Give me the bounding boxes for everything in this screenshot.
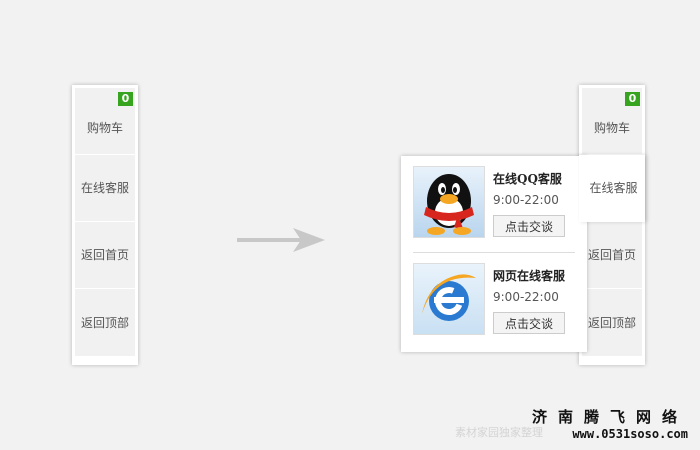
sidebar-collapsed: 0 购物车 在线客服 返回首页 返回顶部 xyxy=(72,85,138,365)
service-hours: 9:00-22:00 xyxy=(493,290,559,304)
chat-button-qq[interactable]: 点击交谈 xyxy=(493,215,565,237)
service-title: 网页在线客服 xyxy=(493,269,566,283)
watermark-text: 素材家园独家整理 xyxy=(455,426,543,439)
brand-url: www.0531soso.com xyxy=(572,427,688,441)
chat-button-web[interactable]: 点击交谈 xyxy=(493,312,565,334)
cart-count-badge: 0 xyxy=(118,92,133,106)
sidebar-item-label: 在线客服 xyxy=(80,181,129,195)
sidebar-item-cart[interactable]: 0 购物车 xyxy=(75,88,135,155)
service-title: 在线QQ客服 xyxy=(493,172,562,186)
sidebar-item-label: 返回首页 xyxy=(80,248,129,262)
service-info: 网页在线客服 9:00-22:00 点击交谈 xyxy=(493,263,565,334)
qq-penguin-icon xyxy=(413,166,485,238)
sidebar-item-label: 购物车 xyxy=(593,121,630,135)
sidebar-expanded: 0 购物车 在线客服 返回首页 返回顶部 xyxy=(579,85,645,365)
sidebar-item-online-service[interactable]: 在线客服 xyxy=(579,155,645,222)
sidebar-item-label: 购物车 xyxy=(86,121,123,135)
stage: 0 购物车 在线客服 返回首页 返回顶部 在线QQ客服 9:00-22:00 点… xyxy=(0,0,700,450)
service-entry-qq: 在线QQ客服 9:00-22:00 点击交谈 xyxy=(413,166,575,246)
divider xyxy=(413,252,575,253)
sidebar-item-cart[interactable]: 0 购物车 xyxy=(582,88,642,155)
cart-count-badge: 0 xyxy=(625,92,640,106)
brand-name: 济南腾飞网络 xyxy=(531,408,688,426)
online-service-popup: 在线QQ客服 9:00-22:00 点击交谈 网页在线客服 9:00-22:00… xyxy=(401,156,587,352)
sidebar-item-online-service[interactable]: 在线客服 xyxy=(75,155,135,222)
right-arrow-icon xyxy=(237,228,325,252)
sidebar-item-label: 返回首页 xyxy=(587,248,636,262)
service-info: 在线QQ客服 9:00-22:00 点击交谈 xyxy=(493,166,565,237)
internet-explorer-icon xyxy=(413,263,485,335)
service-hours: 9:00-22:00 xyxy=(493,193,559,207)
sidebar-item-label: 返回顶部 xyxy=(587,315,636,330)
sidebar-item-label: 在线客服 xyxy=(589,181,638,195)
sidebar-item-back-to-top[interactable]: 返回顶部 xyxy=(582,289,642,356)
service-entry-web: 网页在线客服 9:00-22:00 点击交谈 xyxy=(413,263,575,343)
sidebar-item-label: 返回顶部 xyxy=(80,315,129,330)
sidebar-item-back-to-top[interactable]: 返回顶部 xyxy=(75,289,135,356)
sidebar-item-home[interactable]: 返回首页 xyxy=(582,222,642,289)
sidebar-item-home[interactable]: 返回首页 xyxy=(75,222,135,289)
